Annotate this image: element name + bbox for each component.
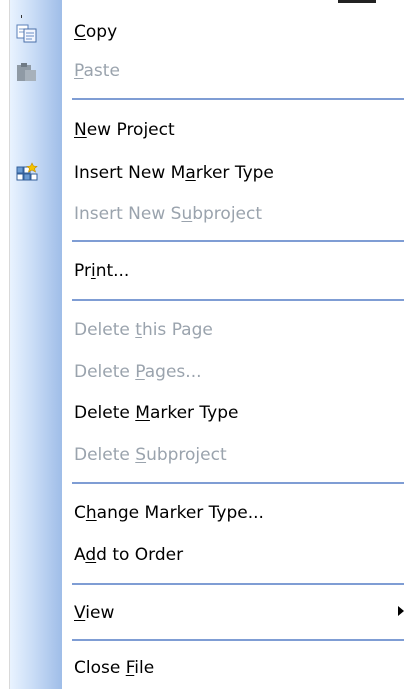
menu-item-paste: Paste — [62, 50, 404, 91]
menu-item-close-file[interactable]: Close File — [62, 647, 404, 688]
menu-separator — [72, 482, 404, 484]
paste-icon — [16, 61, 38, 87]
menu-item-label: New Project — [74, 119, 175, 140]
menu-item-new-project[interactable]: New Project — [62, 109, 404, 150]
menu-item-label: Print... — [74, 260, 130, 281]
menu-separator — [72, 98, 404, 100]
menu-item-delete-this-page: Delete this Page — [62, 309, 404, 350]
menu-item-label: Delete Subproject — [74, 444, 227, 465]
menu-item-label: Insert New Subproject — [74, 203, 263, 224]
menu-items: Copy Paste New Project Insert New Marker… — [0, 0, 404, 689]
menu-item-delete-marker-type[interactable]: Delete Marker Type — [62, 392, 404, 433]
menu-item-label: Insert New Marker Type — [74, 162, 274, 183]
menu-item-view[interactable]: View — [62, 592, 404, 633]
menu-separator — [72, 583, 404, 585]
menu-item-delete-subproject: Delete Subproject — [62, 434, 404, 475]
menu-item-print[interactable]: Print... — [62, 250, 404, 291]
menu-separator — [72, 639, 404, 641]
menu-item-delete-pages: Delete Pages... — [62, 351, 404, 392]
menu-item-label: Add to Order — [74, 544, 184, 565]
menu-item-label: Change Marker Type... — [74, 502, 264, 523]
menu-item-label: Copy — [74, 21, 118, 42]
menu-item-copy[interactable]: Copy — [62, 11, 404, 52]
menu-item-change-marker-type[interactable]: Change Marker Type... — [62, 492, 404, 533]
menu-separator — [72, 299, 404, 301]
menu-item-insert-subproject: Insert New Subproject — [62, 193, 404, 234]
menu-separator — [72, 240, 404, 242]
submenu-arrow-icon — [398, 606, 404, 616]
menu-item-label: View — [74, 602, 115, 623]
menu-item-label: Paste — [74, 60, 120, 81]
menu-item-insert-marker-type[interactable]: Insert New Marker Type — [62, 152, 404, 193]
menu-item-label: Delete Marker Type — [74, 402, 239, 423]
context-menu: Copy Paste New Project Insert New Marker… — [0, 0, 404, 689]
menu-item-label: Delete Pages... — [74, 361, 202, 382]
menu-item-label: Close File — [74, 657, 155, 678]
copy-icon — [16, 22, 38, 48]
menu-item-label: Delete this Page — [74, 319, 213, 340]
insert-marker-icon — [16, 162, 38, 188]
menu-item-add-to-order[interactable]: Add to Order — [62, 534, 404, 575]
